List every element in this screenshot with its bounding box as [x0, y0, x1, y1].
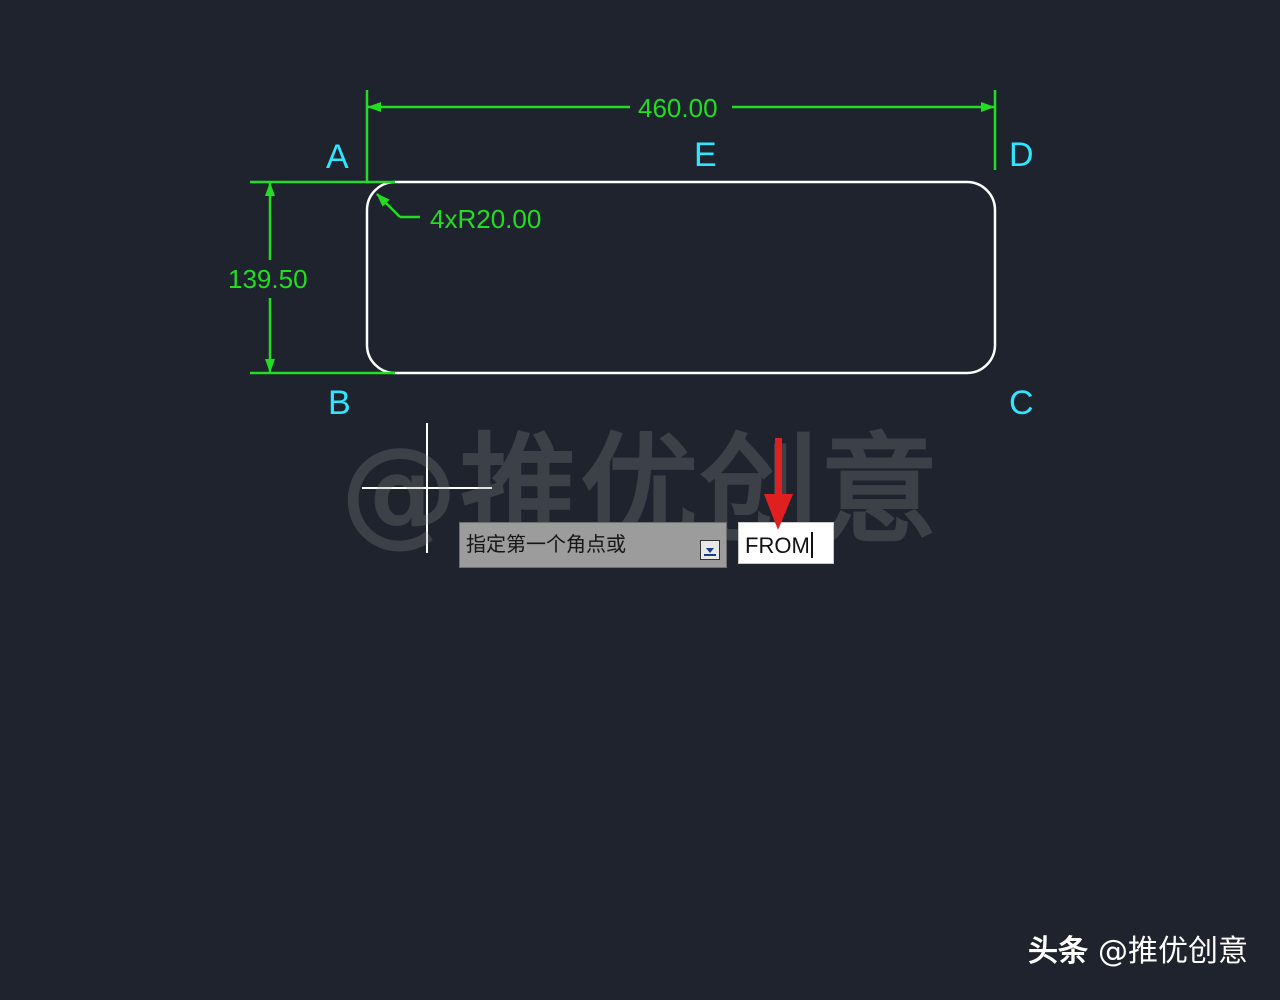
- point-label-b: B: [328, 384, 351, 422]
- footer-account: @推优创意: [1098, 934, 1248, 969]
- cad-drawing-canvas[interactable]: @推优创意 A E D B C 460.00 139.50 4xR20.00 指…: [0, 0, 1280, 1000]
- point-label-d: D: [1009, 136, 1034, 174]
- point-label-e: E: [694, 136, 717, 174]
- dropdown-arrow-icon[interactable]: [700, 540, 720, 560]
- footer-brand: 头条: [1028, 934, 1088, 969]
- text-caret: [810, 532, 813, 558]
- point-label-c: C: [1009, 384, 1034, 422]
- point-label-a: A: [326, 138, 349, 176]
- height-dimension-text: 139.50: [222, 266, 314, 292]
- radius-leader: [376, 193, 420, 219]
- prompt-text: 指定第一个角点或: [466, 532, 626, 556]
- command-input[interactable]: FROM: [738, 522, 834, 564]
- width-dimension-text: 460.00: [632, 95, 724, 121]
- command-input-value: FROM: [745, 533, 810, 558]
- dynamic-input-prompt: 指定第一个角点或: [459, 522, 727, 568]
- radius-dimension-text: 4xR20.00: [430, 204, 542, 234]
- footer-credit: 头条 @推优创意: [1028, 932, 1248, 972]
